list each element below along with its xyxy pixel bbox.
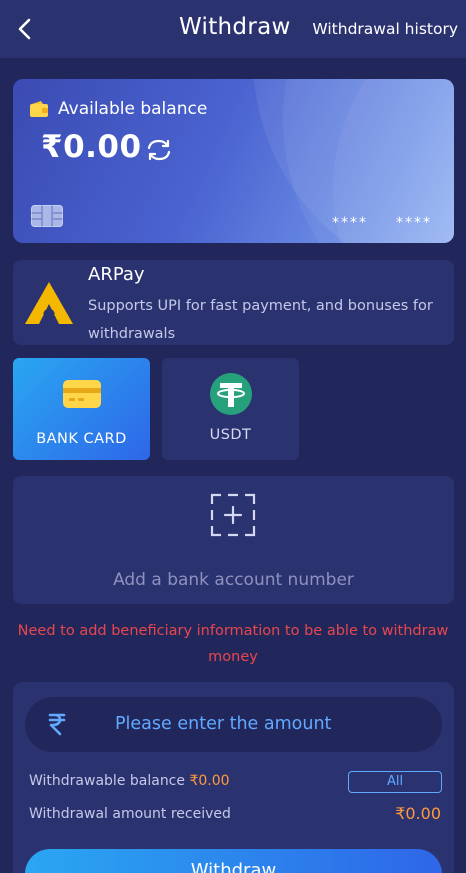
- withdrawal-history-link[interactable]: Withdrawal history: [312, 20, 458, 38]
- received-amount-label: Withdrawal amount received: [29, 806, 231, 822]
- page-title: Withdraw: [179, 14, 291, 40]
- add-bank-account-text: Add a bank account number: [113, 570, 354, 590]
- bank-card-icon: [63, 380, 101, 408]
- back-button[interactable]: [10, 14, 40, 44]
- balance-amount: ₹0.00: [41, 129, 142, 165]
- chevron-left-icon: [18, 18, 31, 40]
- arpay-description: Supports UPI for fast payment, and bonus…: [88, 298, 433, 342]
- wallet-icon: [30, 101, 48, 117]
- arpay-name: ARPay: [88, 264, 145, 285]
- tab-usdt[interactable]: USDT: [162, 358, 299, 460]
- tab-bank-card[interactable]: BANK CARD: [13, 358, 150, 460]
- arpay-banner[interactable]: ARPay Supports UPI for fast payment, and…: [13, 260, 454, 345]
- tab-usdt-label: USDT: [209, 427, 252, 443]
- balance-label: Available balance: [58, 99, 208, 119]
- withdrawable-balance-label: Withdrawable balance: [29, 773, 185, 789]
- balance-card: Available balance ₹0.00 **** ****: [13, 79, 454, 243]
- card-number-masked: ****: [332, 215, 368, 231]
- refresh-icon[interactable]: [144, 137, 174, 163]
- amount-placeholder: Please enter the amount: [115, 714, 332, 734]
- amount-panel: Please enter the amount Withdrawable bal…: [13, 682, 454, 873]
- withdrawable-balance-row: Withdrawable balance ₹0.00: [29, 773, 230, 789]
- add-bank-account-button[interactable]: Add a bank account number: [13, 476, 454, 604]
- card-number-masked: ****: [396, 215, 432, 231]
- withdraw-button[interactable]: Withdraw: [25, 849, 442, 873]
- arpay-logo-icon: [25, 282, 73, 324]
- add-icon: [210, 493, 256, 537]
- beneficiary-warning: Need to add beneficiary information to b…: [17, 623, 449, 665]
- all-button[interactable]: All: [348, 771, 442, 793]
- card-chip-icon: [31, 205, 63, 227]
- tether-icon: [210, 373, 252, 415]
- rupee-icon: [48, 713, 66, 736]
- withdrawable-balance-value: ₹0.00: [189, 773, 230, 789]
- amount-input[interactable]: Please enter the amount: [25, 697, 442, 752]
- top-bar: Withdraw Withdrawal history: [0, 0, 466, 58]
- received-amount-value: ₹0.00: [395, 804, 441, 823]
- tab-bank-card-label: BANK CARD: [36, 431, 127, 447]
